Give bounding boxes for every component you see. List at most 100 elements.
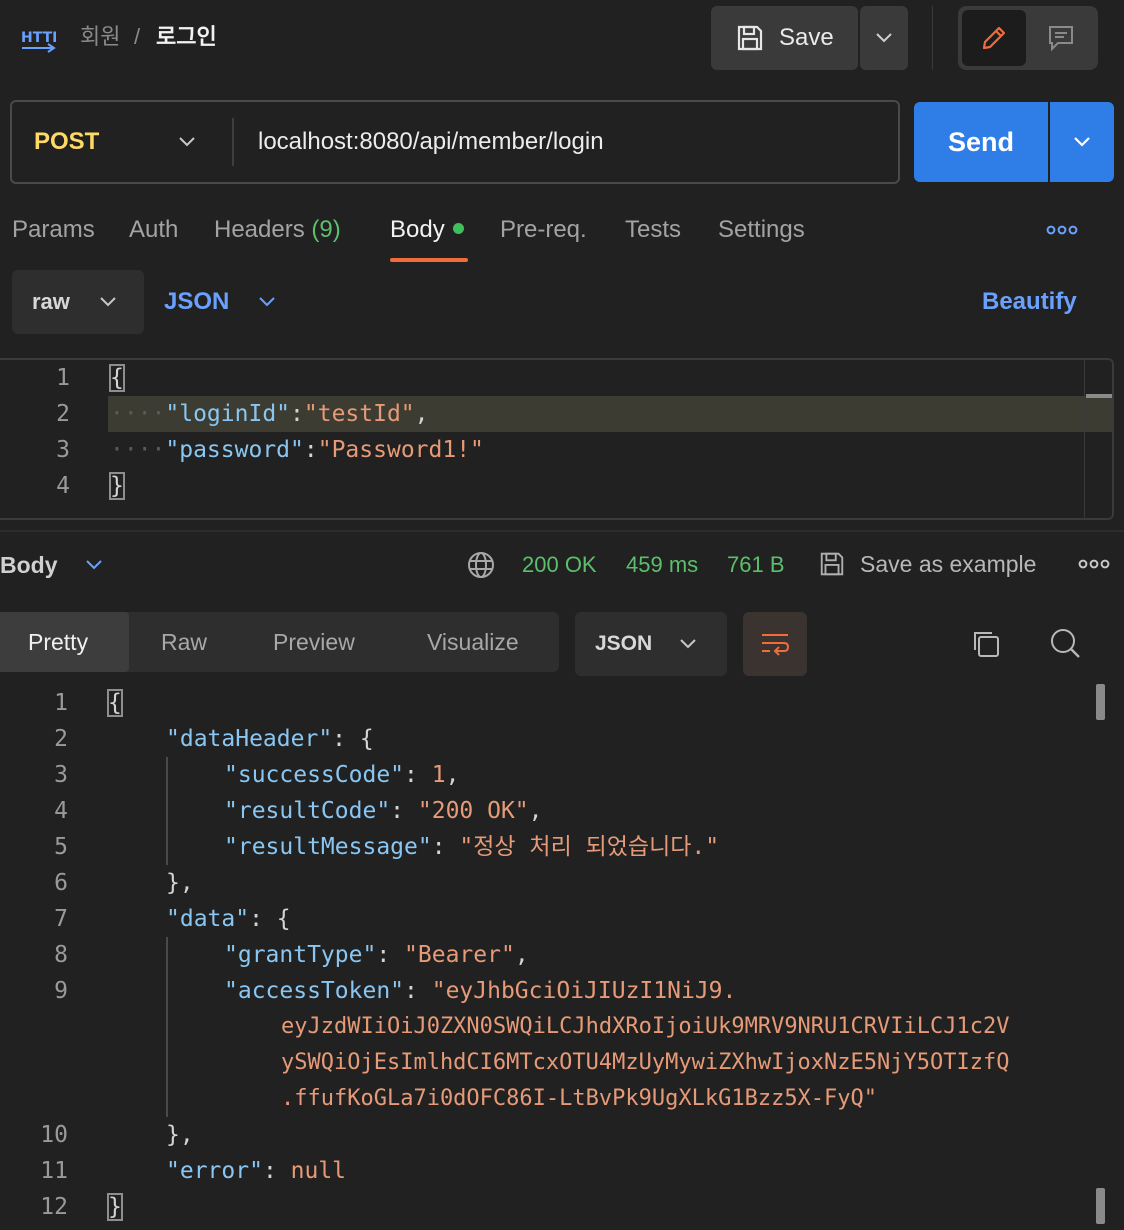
json-punctuation: :: [262, 1158, 291, 1184]
line-number: 7: [54, 906, 68, 932]
code-line: ····"loginId":"testId",: [110, 396, 429, 432]
code-line: "accessToken": "eyJhbGciOiJIUzI1NiJ9.: [224, 973, 736, 1009]
send-button[interactable]: Send: [914, 102, 1048, 182]
breadcrumb-current[interactable]: 로그인: [156, 22, 217, 52]
send-dropdown-button[interactable]: [1050, 102, 1114, 182]
json-brace: }: [109, 472, 125, 500]
json-string: "정상 처리 되었습니다.": [459, 834, 720, 860]
body-mode-select[interactable]: raw: [12, 270, 144, 334]
json-punctuation: : {: [332, 726, 374, 752]
tab-settings[interactable]: Settings: [718, 214, 805, 246]
tab-params[interactable]: Params: [12, 214, 95, 246]
line-number: 2: [56, 401, 70, 427]
chevron-down-icon[interactable]: [176, 130, 198, 152]
json-punctuation: ,: [445, 762, 460, 788]
code-line: "resultMessage": "정상 처리 되었습니다.": [224, 829, 719, 865]
json-string: "testId": [303, 401, 415, 427]
line-number: 8: [54, 942, 68, 968]
editor-scrollbar-thumb[interactable]: [1086, 394, 1112, 398]
json-brace: }: [107, 1193, 123, 1221]
save-dropdown-button[interactable]: [860, 6, 908, 70]
json-key: "resultMessage": [224, 834, 432, 860]
response-scrollbar-thumb[interactable]: [1096, 684, 1105, 720]
json-punctuation: :: [290, 401, 304, 427]
tab-raw[interactable]: Raw: [161, 626, 207, 658]
code-line: "error": null: [166, 1153, 346, 1189]
json-brace: {: [107, 689, 123, 717]
line-number: 6: [54, 870, 68, 896]
save-as-example-button[interactable]: Save as example: [818, 548, 1036, 580]
chevron-down-icon: [85, 560, 102, 570]
search-icon[interactable]: [1048, 626, 1082, 660]
line-number: 3: [56, 437, 70, 463]
line-number: 10: [40, 1122, 68, 1148]
body-modified-indicator: [452, 223, 464, 235]
more-options-icon[interactable]: [1078, 558, 1110, 570]
json-punctuation: :: [404, 762, 432, 788]
more-options-icon[interactable]: [1046, 224, 1078, 236]
json-punctuation: ,: [514, 942, 529, 968]
save-button[interactable]: Save: [711, 6, 858, 70]
save-icon: [820, 552, 844, 576]
tab-tests[interactable]: Tests: [625, 214, 681, 246]
line-number: 4: [56, 473, 70, 499]
edit-mode-button[interactable]: [962, 10, 1026, 66]
json-punctuation: :: [390, 798, 418, 824]
http-icon: HTTP: [21, 30, 56, 53]
tab-headers[interactable]: Headers (9): [214, 214, 341, 246]
line-number: 2: [54, 726, 68, 752]
status-badge[interactable]: 200 OK: [522, 550, 597, 580]
line-number: 9: [54, 978, 68, 1004]
json-string-wrapped: eyJzdWIiOiJ0ZXN0SWQiLCJhdXRoIjoiUk9MRV9N…: [281, 1014, 1010, 1039]
response-section-select[interactable]: Body: [0, 550, 104, 580]
code-line: ····"password":"Password1!": [110, 432, 484, 468]
json-key: "grantType": [224, 942, 377, 968]
json-string: "200 OK": [417, 798, 529, 824]
comments-button[interactable]: [1030, 10, 1092, 66]
json-punctuation: :: [431, 834, 460, 860]
tab-body[interactable]: Body: [390, 214, 464, 246]
http-method-select[interactable]: POST: [34, 126, 99, 158]
line-number: 12: [40, 1194, 68, 1220]
tab-pre-request[interactable]: Pre-req.: [500, 214, 587, 246]
tab-body-label: Body: [390, 216, 445, 243]
beautify-button[interactable]: Beautify: [982, 286, 1077, 318]
line-number: 11: [40, 1158, 68, 1184]
save-icon: [737, 25, 763, 51]
pane-divider[interactable]: [0, 530, 1124, 532]
code-line: "grantType": "Bearer",: [224, 937, 529, 973]
whitespace-marker: ····: [110, 401, 166, 427]
copy-icon[interactable]: [970, 628, 1002, 660]
json-key: "password": [165, 437, 304, 463]
json-brace: {: [109, 364, 125, 392]
tab-visualize[interactable]: Visualize: [427, 626, 519, 658]
line-number: 1: [54, 690, 68, 716]
chevron-down-icon: [876, 33, 892, 43]
json-key: "successCode": [224, 762, 405, 788]
tab-auth[interactable]: Auth: [129, 214, 178, 246]
line-number: 3: [54, 762, 68, 788]
json-key: "resultCode": [224, 798, 391, 824]
url-input[interactable]: localhost:8080/api/member/login: [258, 126, 604, 158]
line-number: 4: [54, 798, 68, 824]
response-time[interactable]: 459 ms: [626, 550, 698, 580]
response-format-select[interactable]: JSON: [575, 612, 727, 676]
breadcrumb-parent[interactable]: 회원: [80, 22, 120, 52]
json-string: "Bearer": [404, 942, 515, 968]
json-string-wrapped: ySWQiOjEsImlhdCI6MTcxOTU4MzUyMywiZXhwIjo…: [281, 1050, 1010, 1075]
tab-headers-label: Headers: [214, 216, 305, 243]
tab-preview[interactable]: Preview: [273, 626, 355, 658]
response-scrollbar-thumb[interactable]: [1096, 1188, 1105, 1224]
tab-pretty[interactable]: Pretty: [28, 626, 88, 658]
body-mode-label: raw: [32, 289, 70, 314]
json-punctuation: :: [376, 942, 405, 968]
response-size[interactable]: 761 B: [727, 550, 785, 580]
body-language-select[interactable]: JSON: [164, 286, 277, 318]
json-key: "data": [166, 906, 250, 932]
wrap-lines-icon: [762, 634, 790, 656]
wrap-lines-button[interactable]: [743, 612, 807, 676]
line-number: 5: [54, 834, 68, 860]
indent-guide: [166, 937, 168, 1117]
globe-icon[interactable]: [466, 550, 496, 580]
response-section-label: Body: [0, 552, 58, 578]
